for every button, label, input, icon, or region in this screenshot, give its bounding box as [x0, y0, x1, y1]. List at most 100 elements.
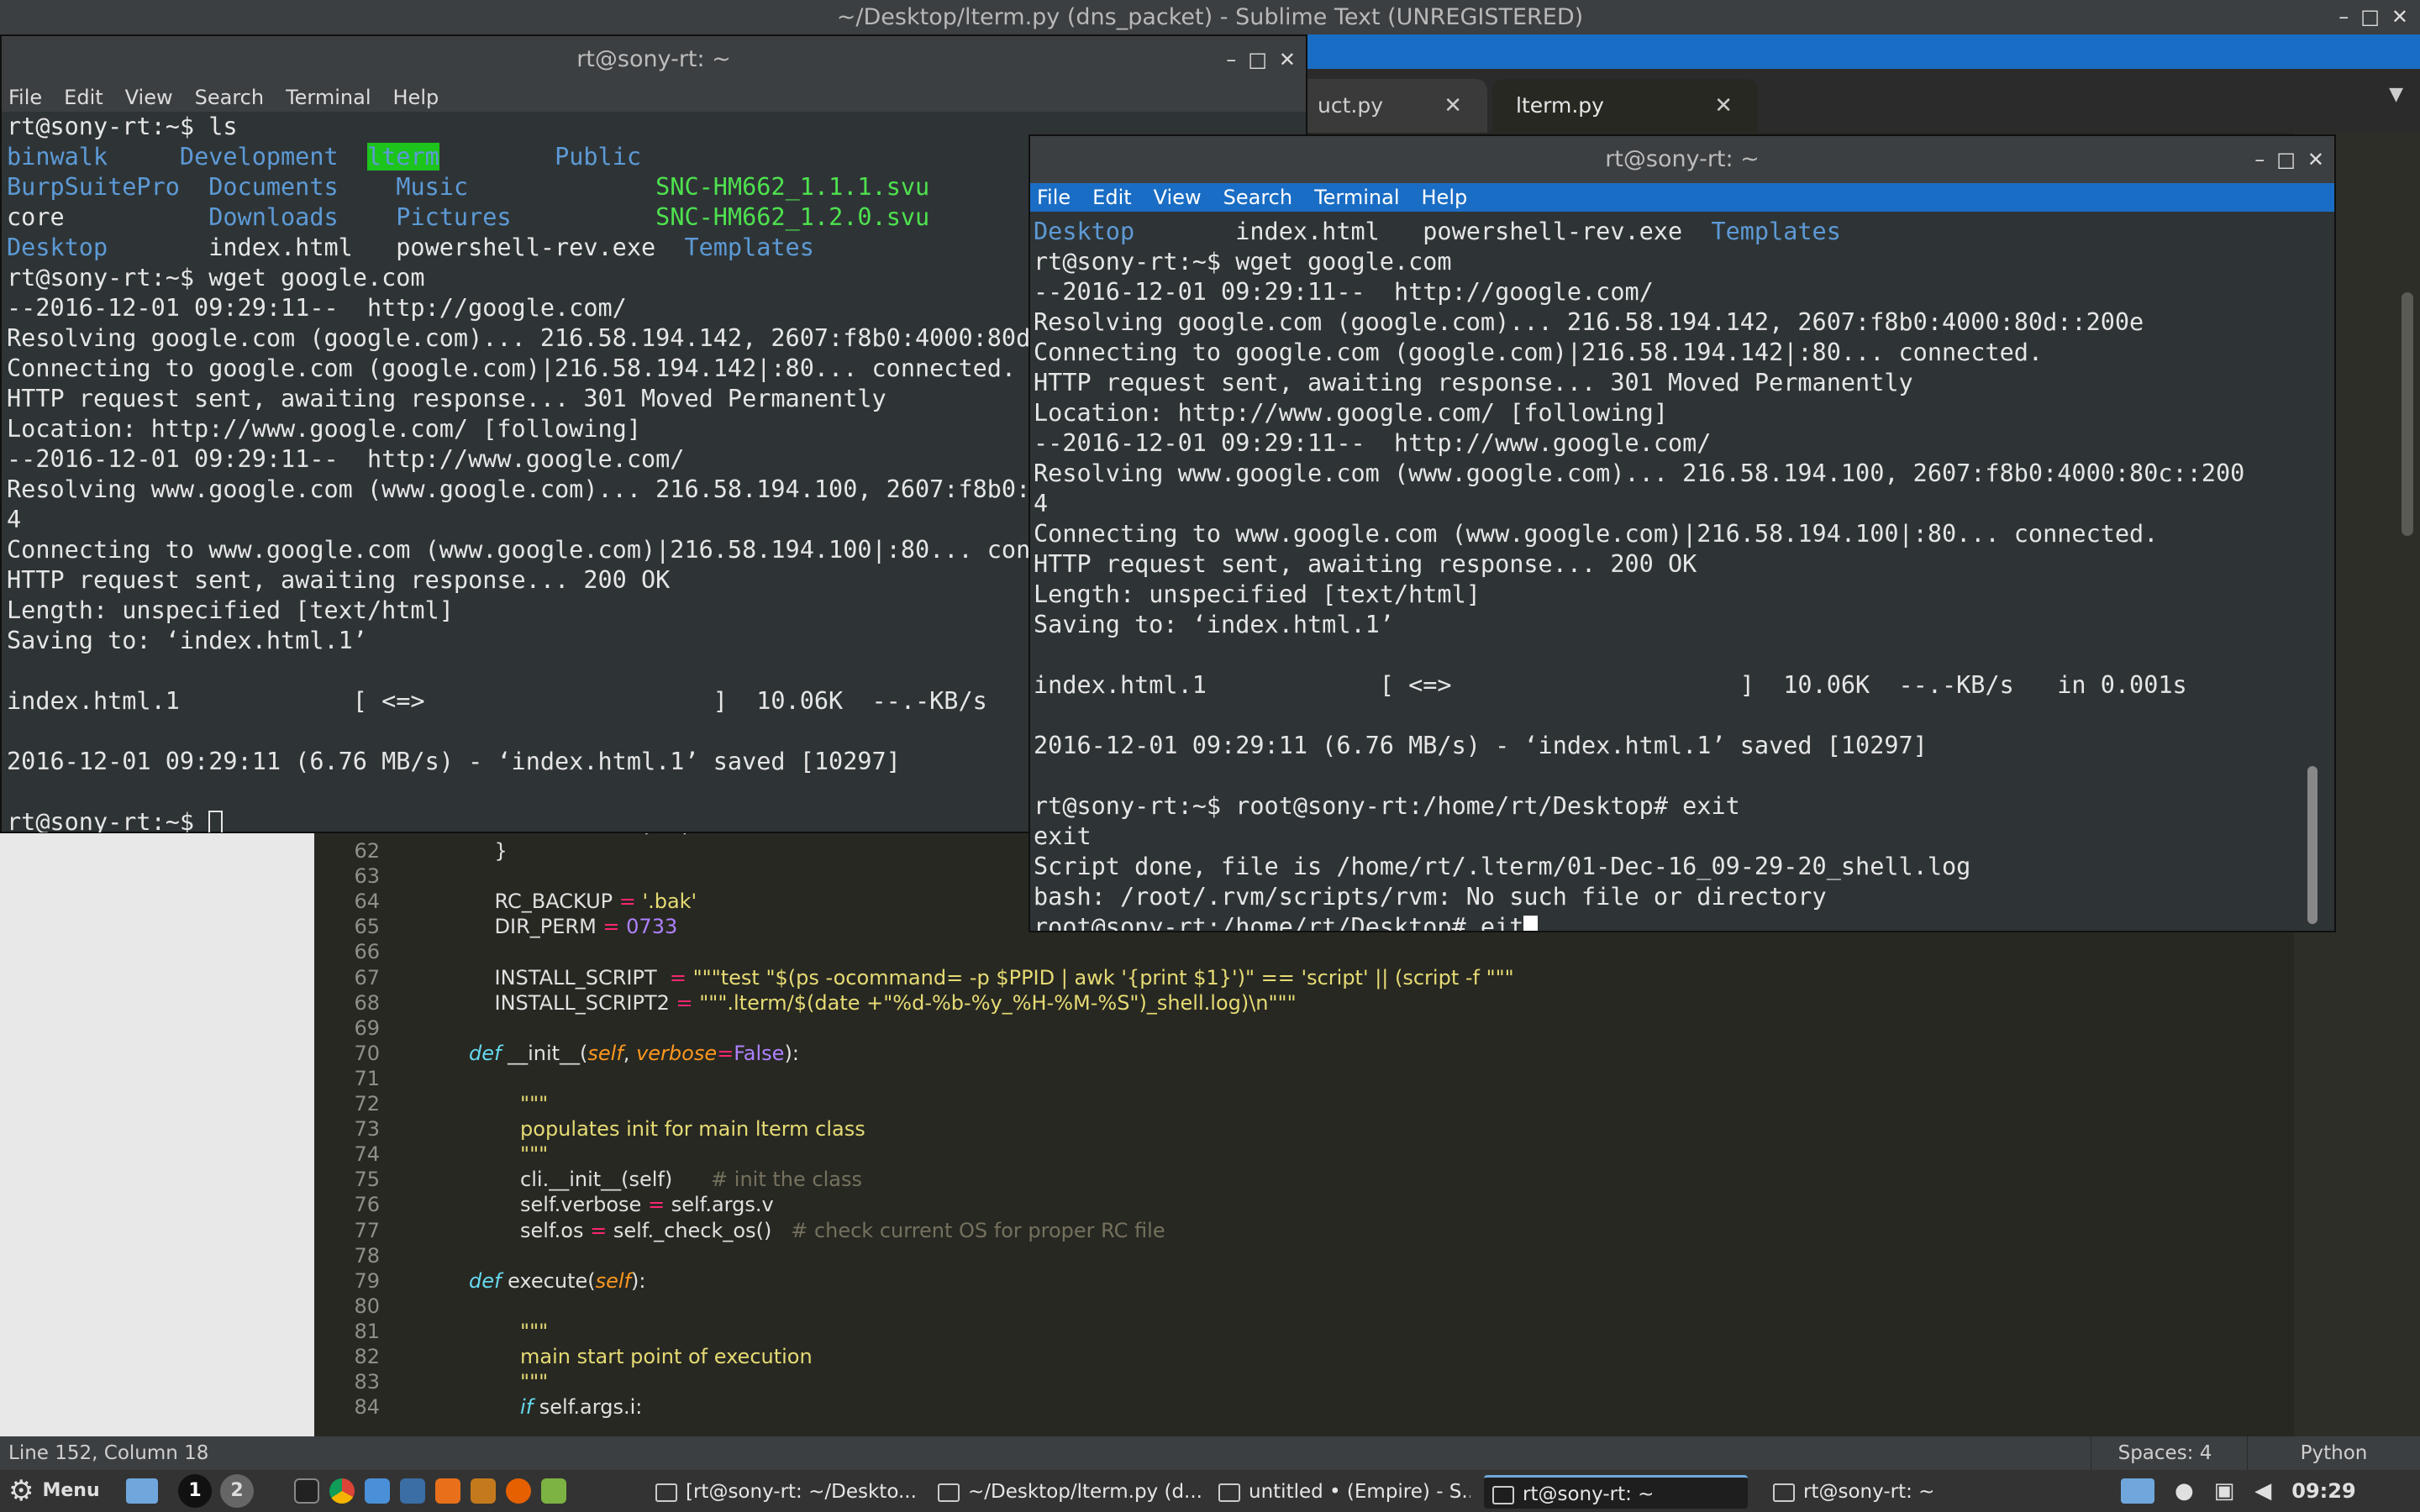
menu-view[interactable]: View [125, 83, 173, 112]
terminal-line: Desktop index.html powershell-rev.exe Te… [1034, 217, 2334, 247]
terminal-scrollbar[interactable] [2307, 766, 2317, 924]
menu-search[interactable]: Search [195, 83, 264, 112]
task-sublime-lterm[interactable]: ~/Desktop/lterm.py (d... [929, 1475, 1215, 1509]
network-icon[interactable]: ▣ [2214, 1470, 2235, 1512]
terminal-text: Music [396, 173, 469, 201]
terminal-launcher-icon[interactable] [294, 1478, 319, 1504]
line-number: 77 [354, 1218, 380, 1242]
terminal-line: Resolving www.google.com (www.google.com… [1034, 459, 2334, 489]
code-line: 71 [314, 1066, 2247, 1091]
editor-scrollbar[interactable] [2402, 292, 2413, 536]
wireshark-launcher-icon[interactable] [400, 1478, 425, 1504]
menu-file[interactable]: File [1037, 183, 1071, 212]
terminal-line: root@sony-rt:/home/rt/Desktop# eit [1034, 912, 2334, 931]
user-icon[interactable]: ● [2175, 1470, 2194, 1512]
sublime-title-bar[interactable]: ~/Desktop/lterm.py (dns_packet) - Sublim… [0, 0, 2420, 34]
terminal-text: --2016-12-01 09:29:11-- http://google.co… [7, 294, 627, 322]
indentation-setting[interactable]: Spaces: 4 [2091, 1436, 2238, 1470]
line-number: 67 [354, 965, 380, 990]
minimize-icon[interactable]: – [2254, 136, 2265, 183]
task-label: ~/Desktop/lterm.py (d... [968, 1481, 1202, 1503]
volume-icon[interactable]: ◀ [2254, 1470, 2271, 1512]
workspace-1[interactable]: 1 [178, 1474, 212, 1508]
menu-edit[interactable]: Edit [1092, 183, 1131, 212]
terminal-text: Saving to: ‘index.html.1’ [1034, 611, 1394, 638]
files-icon[interactable] [2121, 1478, 2154, 1504]
sublime-launcher-icon[interactable] [471, 1478, 496, 1504]
terminal-text: exit [1034, 822, 1092, 850]
terminal-icon [1773, 1483, 1795, 1502]
menu-label: Menu [42, 1480, 100, 1501]
sublime-icon [938, 1483, 960, 1502]
terminal-text: Templates [684, 234, 814, 261]
code-line: 78 [314, 1243, 2247, 1268]
firefox-launcher-icon[interactable] [506, 1478, 531, 1504]
menu-terminal[interactable]: Terminal [1314, 183, 1399, 212]
menu-terminal[interactable]: Terminal [286, 83, 371, 112]
menu-search[interactable]: Search [1223, 183, 1292, 212]
terminal-text: Location: http://www.google.com/ [follow… [7, 415, 641, 443]
start-menu-button[interactable]: ⚙ Menu [8, 1470, 100, 1512]
close-icon[interactable]: ✕ [1279, 36, 1296, 83]
task-terminal-back[interactable]: rt@sony-rt: ~ [1765, 1475, 2017, 1509]
minimize-icon[interactable]: – [2338, 0, 2349, 34]
terminal-text: rt@sony-rt:~$ ls [7, 113, 238, 140]
code-text: DIR_PERM = 0733 [469, 915, 678, 939]
show-desktop-button[interactable] [126, 1470, 158, 1512]
terminal-text: Desktop [7, 234, 108, 261]
code-line: 69 [314, 1016, 2247, 1041]
close-icon[interactable]: ✕ [2307, 136, 2324, 183]
code-line: 83 """ [314, 1369, 2247, 1394]
line-number: 79 [354, 1268, 380, 1293]
terminal-text: Pictures [396, 203, 512, 231]
terminal-text: SNC-HM662_1.1.1.svu [655, 173, 930, 201]
terminal-menu-bar: File Edit View Search Terminal Help [1030, 183, 2334, 212]
menu-help[interactable]: Help [1422, 183, 1468, 212]
terminal-line: rt@sony-rt:~$ wget google.com [1034, 247, 2334, 277]
terminal-line: bash: /root/.rvm/scripts/rvm: No such fi… [1034, 882, 2334, 912]
line-number: 80 [354, 1294, 380, 1318]
workspace-2[interactable]: 2 [220, 1474, 254, 1508]
maximize-icon[interactable]: □ [2276, 136, 2296, 183]
minimize-icon[interactable]: – [1226, 36, 1236, 83]
skype-launcher-icon[interactable] [365, 1478, 390, 1504]
task-terminal-desktop[interactable]: [rt@sony-rt: ~/Deskto... [647, 1475, 916, 1509]
terminal-title-bar[interactable]: rt@sony-rt: ~ – □ ✕ [2, 36, 1306, 83]
tab-struct-py[interactable]: uct.py ✕ [1294, 79, 1487, 133]
line-number: 66 [354, 940, 380, 964]
burpsuite-launcher-icon[interactable] [435, 1478, 460, 1504]
terminal-text: 4 [1034, 490, 1049, 517]
tab-lterm-py[interactable]: lterm.py ✕ [1492, 79, 1758, 133]
terminal-text: Connecting to www.google.com (www.google… [1034, 520, 2159, 548]
terminal-text: Resolving google.com (google.com)... 216… [1034, 308, 2144, 336]
maximize-icon[interactable]: □ [1248, 36, 1267, 83]
close-tab-icon[interactable]: ✕ [1714, 79, 1733, 133]
task-sublime-empire[interactable]: untitled • (Empire) - S... [1210, 1475, 1470, 1509]
code-line: 66 [314, 939, 2247, 964]
menu-edit[interactable]: Edit [64, 83, 103, 112]
close-tab-icon[interactable]: ✕ [1444, 79, 1462, 133]
task-terminal-front[interactable]: rt@sony-rt: ~ [1484, 1475, 1748, 1509]
close-icon[interactable]: ✕ [2391, 0, 2408, 34]
menu-help[interactable]: Help [393, 83, 439, 112]
terminal-text: index.html powershell-rev.exe [1134, 218, 1712, 245]
terminal-line: HTTP request sent, awaiting response... … [1034, 368, 2334, 398]
menu-file[interactable]: File [8, 83, 42, 112]
chrome-launcher-icon[interactable] [329, 1478, 355, 1504]
terminal-window-front[interactable]: rt@sony-rt: ~ – □ ✕ File Edit View Searc… [1028, 134, 2336, 932]
terminal-text: 4 [7, 506, 22, 533]
syntax-selector[interactable]: Python [2247, 1436, 2420, 1470]
menu-view[interactable]: View [1154, 183, 1202, 212]
terminal-title-bar[interactable]: rt@sony-rt: ~ – □ ✕ [1030, 136, 2334, 183]
terminal-output[interactable]: Desktop index.html powershell-rev.exe Te… [1030, 212, 2334, 931]
maximize-icon[interactable]: □ [2360, 0, 2380, 34]
clock[interactable]: 09:29 [2291, 1470, 2355, 1512]
line-number: 75 [354, 1168, 380, 1192]
tab-list-chevron-icon[interactable]: ▼ [2389, 84, 2403, 105]
gear-icon: ⚙ [8, 1474, 34, 1508]
editor-launcher-icon[interactable] [541, 1478, 566, 1504]
